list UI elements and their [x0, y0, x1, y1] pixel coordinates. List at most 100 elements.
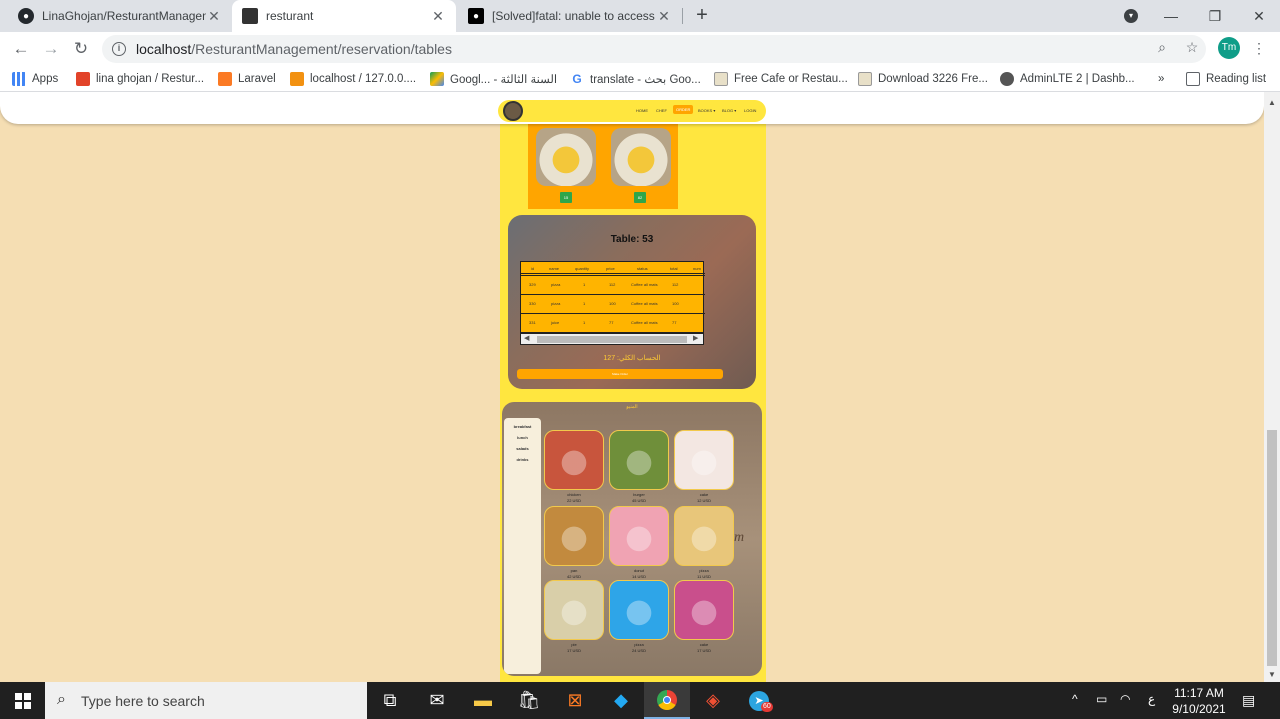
- table-cell: 112: [672, 282, 679, 287]
- browser-menu-icon[interactable]: ⋮: [1252, 40, 1266, 57]
- scroll-down-icon[interactable]: ▼: [1268, 670, 1276, 679]
- more-bookmarks-button[interactable]: »: [1158, 70, 1164, 88]
- task-view-button[interactable]: ⧉: [367, 682, 413, 719]
- menu-item-image[interactable]: [544, 430, 604, 490]
- battery-icon[interactable]: ▭: [1096, 692, 1107, 706]
- nav-home[interactable]: HOME: [636, 108, 648, 113]
- input-language[interactable]: ع: [1148, 692, 1155, 706]
- tab-github[interactable]: ● LinaGhojan/ResturantManageme ✕: [8, 0, 232, 32]
- dish-badge[interactable]: 82: [634, 192, 646, 203]
- zoom-icon[interactable]: ⌕: [1152, 39, 1172, 59]
- menu-item-price: 17 USD: [566, 648, 581, 653]
- menu-item-price: 45 USD: [631, 498, 646, 503]
- search-icon: ⌕: [57, 691, 66, 708]
- vscode-icon[interactable]: ◆: [598, 682, 644, 719]
- taskbar-search[interactable]: ⌕ Type here to search: [45, 682, 367, 719]
- category-drinks[interactable]: drinks: [504, 457, 541, 462]
- wifi-icon[interactable]: ◠: [1120, 692, 1130, 706]
- chrome-icon[interactable]: [644, 682, 690, 719]
- category-breakfast[interactable]: breakfast: [504, 424, 541, 429]
- bookmark-star-icon[interactable]: ☆: [1182, 39, 1202, 59]
- nav-order[interactable]: ORDER: [673, 105, 694, 114]
- bookmark-apps[interactable]: Apps: [12, 70, 58, 88]
- profile-avatar[interactable]: Tm: [1218, 37, 1240, 59]
- github-icon: ●: [18, 8, 34, 24]
- minimize-button[interactable]: —: [1148, 0, 1194, 32]
- bookmark-adminlte[interactable]: AdminLTE 2 | Dashb...: [1000, 70, 1135, 88]
- page-vertical-scrollbar[interactable]: ▲ ▼: [1264, 92, 1280, 682]
- close-icon[interactable]: ✕: [206, 8, 222, 25]
- column-header: id: [531, 266, 535, 271]
- table-cell: pizza: [551, 282, 561, 287]
- total-amount: الحساب الكلي: 127: [603, 355, 661, 362]
- bookmarks-bar: Apps lina ghojan / Restur... Laravel loc…: [0, 66, 1280, 92]
- scroll-up-icon[interactable]: ▲: [1268, 98, 1276, 107]
- menu-item-image[interactable]: [609, 430, 669, 490]
- tab-strip: ● LinaGhojan/ResturantManageme ✕ restura…: [0, 0, 1280, 32]
- menu-item-image[interactable]: [609, 506, 669, 566]
- bookmark-laravel[interactable]: Laravel: [218, 70, 276, 88]
- system-clock[interactable]: 11:17 AM 9/10/2021: [1164, 685, 1234, 717]
- mail-icon[interactable]: ✉: [414, 682, 460, 719]
- start-button[interactable]: [0, 682, 45, 719]
- bookmark-label: localhost / 127.0.0....: [310, 73, 417, 85]
- tab-title: resturant: [266, 9, 314, 23]
- scrollbar-thumb[interactable]: [1267, 430, 1277, 666]
- back-button[interactable]: ←: [8, 36, 34, 62]
- bookmark-download[interactable]: Download 3226 Fre...: [858, 70, 988, 88]
- notifications-icon[interactable]: ▤: [1242, 692, 1255, 709]
- git-icon[interactable]: ◈: [690, 682, 736, 719]
- bookmark-label: Apps: [32, 73, 59, 85]
- info-icon[interactable]: i: [112, 42, 126, 56]
- dish-badge[interactable]: 15: [560, 192, 572, 203]
- restore-button[interactable]: ❐: [1192, 0, 1238, 32]
- telegram-icon[interactable]: ➤ 60: [736, 682, 782, 719]
- menu-item-image[interactable]: [674, 430, 734, 490]
- new-tab-button[interactable]: +: [690, 4, 714, 28]
- bookmark-localhost[interactable]: localhost / 127.0.0....: [290, 70, 416, 88]
- table-horizontal-scrollbar[interactable]: ◀ ▶: [520, 333, 704, 345]
- menu-item-image[interactable]: [544, 506, 604, 566]
- nav-login[interactable]: LOGIN: [744, 108, 756, 113]
- make-order-button[interactable]: Make Order: [517, 369, 723, 379]
- table-row: 329 pizza 1 112 Coffee all mats 112: [521, 275, 705, 293]
- file-explorer-icon[interactable]: ▬: [460, 682, 506, 719]
- menu-item-name: pizza: [634, 642, 644, 647]
- scrollbar-thumb[interactable]: [537, 336, 687, 343]
- menu-background-text: m: [734, 530, 745, 545]
- close-icon[interactable]: ✕: [656, 8, 672, 25]
- category-salads[interactable]: salads: [504, 446, 541, 451]
- bookmark-free-cafe[interactable]: Free Cafe or Restau...: [714, 70, 848, 88]
- table-card: Table: 53 id name quantity price status …: [508, 215, 756, 389]
- window-close-button[interactable]: ✕: [1236, 0, 1280, 32]
- xampp-icon: [218, 72, 232, 86]
- reload-button[interactable]: ↻: [68, 36, 94, 62]
- table-row: 331 juice 1 77 Coffee all mats 77: [521, 313, 705, 331]
- menu-item-image[interactable]: [674, 506, 734, 566]
- site-logo[interactable]: [503, 101, 523, 121]
- tray-chevron-icon[interactable]: ^: [1072, 692, 1078, 706]
- nav-books[interactable]: BOOKS ▾: [698, 108, 715, 113]
- tab-resturant[interactable]: resturant ✕: [232, 0, 456, 32]
- store-icon[interactable]: 🛍: [506, 682, 552, 719]
- scroll-left-icon[interactable]: ◀: [524, 334, 529, 342]
- scroll-right-icon[interactable]: ▶: [693, 334, 698, 342]
- bookmark-google-drive[interactable]: Googl... - السنة الثالثة: [430, 70, 557, 88]
- reading-list-button[interactable]: Reading list: [1186, 70, 1266, 88]
- forward-button[interactable]: →: [38, 36, 64, 62]
- nav-blog[interactable]: BLOG ▾: [722, 108, 736, 113]
- tab-solved[interactable]: ● [Solved]fatal: unable to access : C ✕: [458, 0, 682, 32]
- menu-item-image[interactable]: [544, 580, 604, 640]
- browser-toolbar: ← → ↻ i localhost/ResturantManagement/re…: [0, 32, 1280, 66]
- table-cell: 1: [583, 282, 586, 287]
- menu-item-image[interactable]: [674, 580, 734, 640]
- xampp-app-icon[interactable]: ⊠: [552, 682, 598, 719]
- bookmark-label: translate - بحث Goo...: [590, 74, 701, 86]
- menu-item-image[interactable]: [609, 580, 669, 640]
- bookmark-translate[interactable]: G translate - بحث Goo...: [570, 70, 701, 88]
- nav-chef[interactable]: CHEF: [656, 108, 667, 113]
- bookmark-gitlab[interactable]: lina ghojan / Restur...: [76, 70, 204, 88]
- address-bar[interactable]: i localhost/ResturantManagement/reservat…: [102, 35, 1206, 63]
- close-icon[interactable]: ✕: [430, 8, 446, 25]
- category-lunch[interactable]: lunch: [504, 435, 541, 440]
